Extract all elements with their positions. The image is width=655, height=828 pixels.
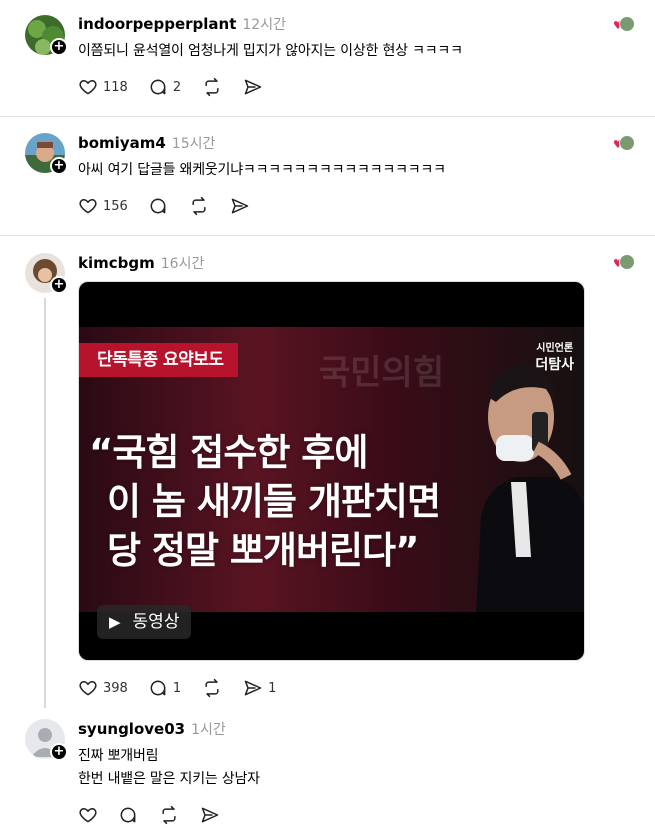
play-icon: ▶ [109, 613, 121, 631]
post-time: 16시간 [160, 256, 205, 272]
repost-arrows-icon [205, 678, 219, 698]
video-thumbnail[interactable]: 국민의힘 단독특종 요약보도 시민언론 더탐사 “국힘 접수한 후에 이 놈 새… [78, 281, 585, 661]
share-button[interactable]: 1 [243, 678, 276, 698]
post-actions: 118 2 [78, 76, 283, 98]
post-text-line-1: 진짜 뽀개버림 [78, 748, 159, 764]
thread-line [44, 298, 46, 708]
headline-line-2: 이 놈 새끼들 개판치면 [107, 480, 441, 523]
post-syunglove03: + syunglove03 1시간 진짜 뽀개버림 한번 내뱉은 말은 지키는 상… [0, 706, 655, 828]
post-actions: 156 [78, 195, 270, 217]
username[interactable]: kimcbgm 16시간 [78, 253, 204, 273]
post-text: 이쯤되니 윤석열이 엄청나게 밉지가 않아지는 이상한 현상 ㅋㅋㅋㅋ [78, 43, 463, 59]
post-actions [78, 804, 240, 826]
comment-bubble-icon [150, 198, 166, 214]
like-count: 398 [103, 680, 128, 696]
post-bomiyam4: + bomiyam4 15시간 아씨 여기 답글들 왜케웃기냐ㅋㅋㅋㅋㅋㅋㅋㅋㅋㅋ… [0, 117, 655, 235]
exclusive-report-tag: 단독특종 요약보도 [79, 343, 238, 377]
send-paper-plane-icon [231, 198, 249, 214]
headline-line-3: 당 정말 뽀개버린다” [107, 529, 419, 572]
reply-count: 1 [172, 680, 182, 696]
share-button[interactable] [200, 805, 220, 825]
follow-plus-icon[interactable]: + [50, 38, 68, 56]
like-button[interactable] [78, 805, 98, 825]
like-count: 156 [103, 198, 128, 214]
like-button[interactable]: 156 [78, 196, 128, 216]
repost-button[interactable] [188, 196, 210, 216]
background-party-word: 국민의힘 [319, 353, 445, 393]
repost-arrows-icon [205, 77, 219, 97]
post-time: 15시간 [171, 136, 216, 152]
heart-outline-icon [79, 199, 97, 214]
repost-button[interactable] [201, 77, 223, 97]
reply-button[interactable] [118, 805, 138, 825]
headline-line-1: “국힘 접수한 후에 [89, 431, 368, 474]
video-frame: 국민의힘 단독특종 요약보도 시민언론 더탐사 “국힘 접수한 후에 이 놈 새… [79, 327, 584, 612]
heart-outline-icon [79, 80, 97, 95]
heart-outline-icon [79, 681, 97, 696]
share-button[interactable] [230, 196, 250, 216]
repost-button[interactable] [158, 805, 180, 825]
video-label[interactable]: ▶ 동영상 [97, 605, 192, 639]
liked-by-avatar-icon[interactable]: ♥ [613, 16, 635, 34]
like-button[interactable]: 118 [78, 77, 128, 97]
reply-button[interactable] [148, 196, 168, 216]
repost-arrows-icon [162, 805, 176, 825]
send-paper-plane-icon [244, 680, 262, 696]
share-count: 1 [268, 680, 277, 696]
follow-plus-icon[interactable]: + [50, 276, 68, 294]
share-button[interactable] [243, 77, 263, 97]
reply-button[interactable]: 1 [148, 678, 181, 698]
comment-bubble-icon [150, 680, 166, 696]
post-indoorpepperplant: + indoorpepperplant 12시간 이쯤되니 윤석열이 엄청나게 밉… [0, 0, 655, 116]
send-paper-plane-icon [201, 807, 219, 823]
reply-count: 2 [172, 79, 182, 95]
channel-brand-logo: 시민언론 더탐사 [535, 343, 574, 373]
reply-button[interactable]: 2 [148, 77, 181, 97]
post-time: 12시간 [242, 17, 286, 33]
username[interactable]: indoorpepperplant 12시간 [78, 14, 286, 34]
post-text: 아씨 여기 답글들 왜케웃기냐ㅋㅋㅋㅋㅋㅋㅋㅋㅋㅋㅋㅋㅋㅋㅋㅋ [78, 162, 446, 178]
repost-arrows-icon [192, 196, 206, 216]
liked-by-avatar-icon[interactable]: ♥ [613, 254, 635, 272]
username[interactable]: bomiyam4 15시간 [78, 133, 215, 153]
username[interactable]: syunglove03 1시간 [78, 719, 226, 739]
follow-plus-icon[interactable]: + [50, 743, 68, 761]
post-text-line-2: 한번 내뱉은 말은 지키는 상남자 [78, 771, 260, 787]
repost-button[interactable] [201, 678, 223, 698]
post-time: 1시간 [191, 722, 226, 738]
post-actions: 398 1 1 [78, 677, 296, 699]
comment-bubble-icon [120, 807, 136, 823]
follow-plus-icon[interactable]: + [50, 157, 68, 175]
like-count: 118 [103, 79, 128, 95]
comment-bubble-icon [150, 79, 166, 95]
like-button[interactable]: 398 [78, 678, 128, 698]
heart-outline-icon [79, 808, 97, 823]
send-paper-plane-icon [244, 79, 262, 95]
liked-by-avatar-icon[interactable]: ♥ [613, 135, 635, 153]
